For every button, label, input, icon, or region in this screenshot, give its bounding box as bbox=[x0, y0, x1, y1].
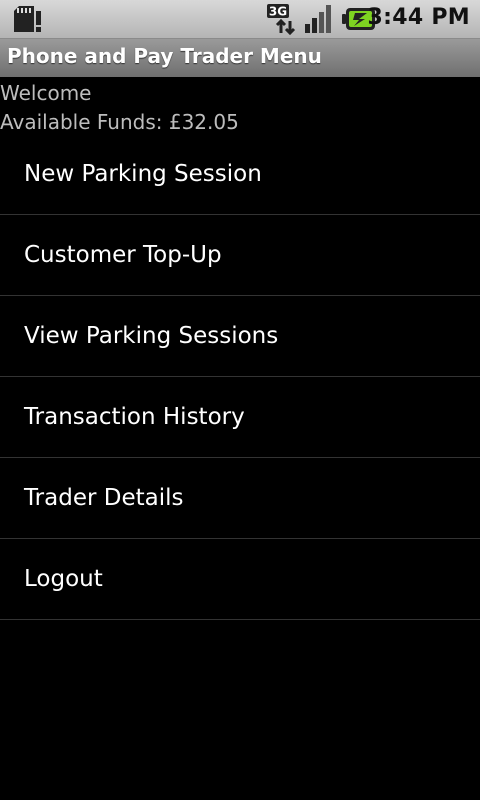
menu-item-transaction-history[interactable]: Transaction History bbox=[0, 377, 480, 458]
menu-item-label: Transaction History bbox=[24, 404, 245, 430]
menu-item-logout[interactable]: Logout bbox=[0, 539, 480, 620]
available-funds: Available Funds: £32.05 bbox=[0, 110, 239, 134]
title-bar: Phone and Pay Trader Menu bbox=[0, 39, 480, 77]
menu-item-view-parking-sessions[interactable]: View Parking Sessions bbox=[0, 296, 480, 377]
network-label: 3G bbox=[269, 5, 287, 19]
status-clock: 3:44 PM bbox=[367, 5, 470, 30]
trader-menu: New Parking Session Customer Top-Up View… bbox=[0, 134, 480, 620]
menu-item-new-parking-session[interactable]: New Parking Session bbox=[0, 134, 480, 215]
menu-item-label: Logout bbox=[24, 566, 103, 592]
welcome-text: Welcome bbox=[0, 81, 92, 105]
signal-icon bbox=[304, 4, 336, 34]
status-bar: 3G 3:44 PM bbox=[0, 0, 480, 39]
network-3g-icon: 3G bbox=[266, 3, 298, 36]
menu-item-label: Trader Details bbox=[24, 485, 184, 511]
page-title: Phone and Pay Trader Menu bbox=[7, 44, 322, 68]
menu-item-customer-top-up[interactable]: Customer Top-Up bbox=[0, 215, 480, 296]
menu-item-label: New Parking Session bbox=[24, 161, 262, 187]
sd-card-icon bbox=[12, 5, 42, 33]
menu-item-label: Customer Top-Up bbox=[24, 242, 222, 268]
menu-item-trader-details[interactable]: Trader Details bbox=[0, 458, 480, 539]
account-info: Welcome Available Funds: £32.05 bbox=[0, 79, 239, 137]
menu-item-label: View Parking Sessions bbox=[24, 323, 279, 349]
